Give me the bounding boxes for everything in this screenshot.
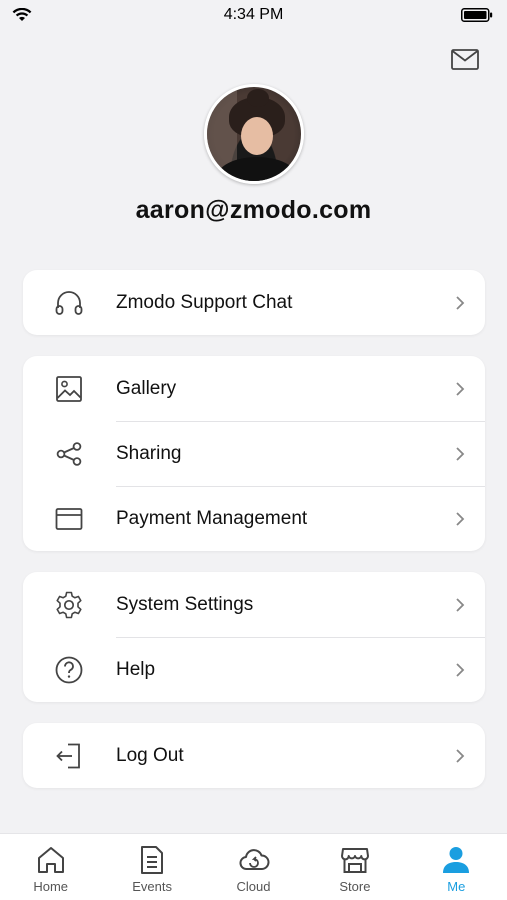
menu-label-sharing: Sharing: [116, 442, 182, 464]
user-email: aaron@zmodo.com: [135, 196, 372, 224]
menu-item-help[interactable]: Help: [23, 637, 485, 702]
menu-label-payment: Payment Management: [116, 507, 308, 529]
menu-label-help: Help: [116, 658, 156, 680]
wifi-icon: [12, 8, 32, 21]
menu-item-system-settings[interactable]: System Settings: [23, 572, 485, 637]
menu-label-support-chat: Zmodo Support Chat: [116, 291, 293, 313]
status-time: 4:34 PM: [223, 6, 284, 23]
menu-item-gallery[interactable]: Gallery: [23, 356, 485, 421]
tab-events[interactable]: Events: [101, 834, 202, 900]
tab-home[interactable]: Home: [0, 834, 101, 900]
gear-icon: [56, 591, 82, 619]
support-card: Zmodo Support Chat: [23, 270, 485, 335]
status-bar: 4:34 PM: [0, 0, 507, 30]
menu-label-gallery: Gallery: [116, 377, 177, 399]
avatar-hair-bun: [247, 89, 269, 107]
menu-item-logout[interactable]: Log Out: [23, 723, 485, 788]
home-icon: [37, 847, 64, 873]
tab-me[interactable]: Me: [406, 834, 507, 900]
tab-label-home: Home: [33, 879, 69, 894]
menu-label-logout: Log Out: [116, 744, 184, 766]
menu-label-system-settings: System Settings: [116, 593, 254, 615]
tab-label-events: Events: [132, 879, 172, 894]
tab-label-cloud: Cloud: [236, 879, 271, 894]
menu-item-payment[interactable]: Payment Management: [23, 486, 485, 551]
menu-item-sharing[interactable]: Sharing: [23, 421, 485, 486]
document-icon: [141, 846, 164, 874]
settings-card: System Settings Help: [23, 572, 485, 702]
image-icon: [56, 376, 82, 402]
help-icon: [55, 656, 83, 684]
tab-label-me: Me: [447, 879, 466, 894]
battery-icon: [461, 8, 493, 22]
bottom-tab-bar: Home Events Cloud Store Me: [0, 833, 507, 900]
avatar[interactable]: [204, 84, 304, 184]
mail-icon[interactable]: [450, 48, 480, 72]
share-icon: [56, 442, 82, 466]
media-card: Gallery Sharing Payment Management: [23, 356, 485, 551]
cloud-icon: [239, 849, 270, 870]
chevron-right-icon: [456, 598, 465, 612]
chevron-right-icon: [456, 663, 465, 677]
menu-item-support-chat[interactable]: Zmodo Support Chat: [23, 270, 485, 335]
tab-cloud[interactable]: Cloud: [203, 834, 304, 900]
card-icon: [55, 508, 83, 530]
chevron-right-icon: [456, 296, 465, 310]
logout-card: Log Out: [23, 723, 485, 788]
chevron-right-icon: [456, 512, 465, 526]
tab-store[interactable]: Store: [304, 834, 405, 900]
chevron-right-icon: [456, 382, 465, 396]
chevron-right-icon: [456, 447, 465, 461]
logout-icon: [56, 743, 80, 769]
person-icon: [443, 847, 470, 873]
store-icon: [340, 848, 369, 873]
chevron-right-icon: [456, 749, 465, 763]
tab-label-store: Store: [339, 879, 371, 894]
avatar-face: [241, 117, 273, 155]
headset-icon: [55, 291, 83, 315]
